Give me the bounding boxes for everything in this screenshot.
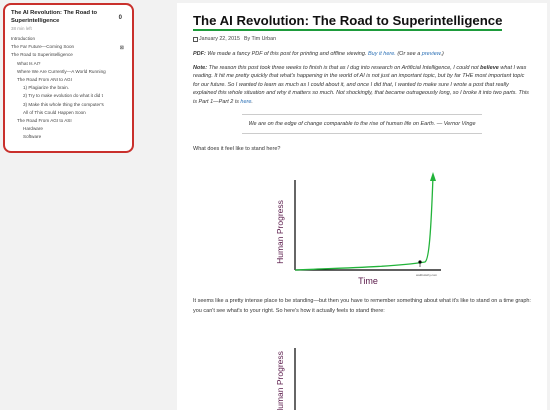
preview-link[interactable]: preview bbox=[422, 51, 441, 57]
table-of-contents: The AI Revolution: The Road to Superinte… bbox=[3, 3, 134, 153]
pdf-label: PDF: bbox=[193, 51, 206, 57]
graph-x-label: Time bbox=[358, 276, 378, 286]
toc-item-label: Where We Are Currently—A World Running bbox=[17, 68, 106, 74]
graph-watermark: waitbutwhy.com bbox=[416, 273, 438, 277]
question-text: What does it feel like to stand here? bbox=[193, 146, 281, 152]
toc-item[interactable]: The Road From ANI to AGI bbox=[11, 76, 126, 84]
toc-item-label: The Road From AGI to ASI bbox=[17, 118, 72, 124]
toc-item-label: 3) Make this whole thing the computer's bbox=[23, 101, 104, 107]
note-believe: believe bbox=[480, 64, 499, 71]
toc-item[interactable]: 1) Plagiarize the brain. bbox=[11, 84, 126, 92]
article-date: January 22, 2015 bbox=[199, 36, 240, 42]
toc-item-label: 1) Plagiarize the brain. bbox=[23, 85, 69, 91]
toc-item-label: 2) Try to make evolution do what it did … bbox=[23, 93, 103, 99]
part2-link[interactable]: here bbox=[240, 99, 251, 105]
toc-item[interactable]: 3) Make this whole thing the computer's bbox=[11, 101, 126, 109]
second-paragraph: It seems like a pretty intense place to … bbox=[193, 298, 531, 315]
calendar-icon bbox=[193, 36, 198, 42]
graph2-y-label: Human Progress bbox=[275, 351, 285, 410]
toc-item-label: What Is AI? bbox=[17, 60, 41, 66]
bookmark-icon[interactable]: ⊠ bbox=[120, 44, 124, 51]
article-title: The AI Revolution: The Road to Superinte… bbox=[193, 13, 503, 31]
article-author: By Tim Urban bbox=[243, 36, 277, 42]
pdf-text: We made a fancy PDF of this post for pri… bbox=[205, 51, 368, 57]
progress-arrowhead bbox=[430, 172, 436, 181]
toc-list: Introduction The Far Future—Coming Soon ⊠ T… bbox=[11, 35, 126, 142]
toc-item-label: Hardware bbox=[23, 126, 43, 132]
toc-item[interactable]: The Far Future—Coming Soon ⊠ bbox=[11, 43, 126, 51]
note-text-1: The reason this post took three weeks to… bbox=[207, 64, 481, 71]
toc-item-label: The Road to Superintelligence bbox=[11, 52, 73, 58]
toc-item[interactable]: All of This Could Happen Soon bbox=[11, 109, 126, 117]
toc-item[interactable]: Hardware bbox=[11, 125, 126, 133]
note-label: Note: bbox=[193, 64, 208, 71]
toc-item-label: All of This Could Happen Soon bbox=[23, 109, 86, 115]
pdf-end-text: .) bbox=[440, 51, 444, 57]
graph-y-label: Human Progress bbox=[275, 200, 285, 264]
progress-curve bbox=[294, 175, 434, 271]
progress-graph-2-image: Human Progress bbox=[275, 348, 296, 410]
epigraph-quote: We are on the edge of change comparable … bbox=[242, 113, 482, 134]
toc-item-label: The Road From ANI to AGI bbox=[17, 77, 72, 83]
note-end: . bbox=[251, 98, 253, 105]
toc-item[interactable]: The Road From AGI to ASI bbox=[11, 117, 126, 125]
article-meta: January 22, 2015 By Tim Urban bbox=[193, 36, 531, 42]
toc-read-time: 38 min left bbox=[11, 26, 32, 31]
pdf-paragraph: PDF: We made a fancy PDF of this post fo… bbox=[193, 50, 531, 59]
toc-item[interactable]: Where We Are Currently—A World Running bbox=[11, 68, 126, 76]
toc-item-label: Software bbox=[23, 134, 42, 140]
toc-count: 0 bbox=[118, 15, 122, 21]
toc-title: The AI Revolution: The Road to Superinte… bbox=[11, 10, 98, 24]
note-paragraph: Note: The reason this post took three we… bbox=[193, 64, 531, 107]
pdf-or-text: (Or see a bbox=[395, 51, 422, 57]
toc-item[interactable]: What Is AI? bbox=[11, 60, 126, 68]
toc-item[interactable]: Introduction bbox=[11, 35, 126, 43]
toc-item[interactable]: Software bbox=[11, 133, 126, 141]
toc-item[interactable]: The Road to Superintelligence bbox=[11, 51, 126, 59]
toc-item-label: The Far Future—Coming Soon bbox=[11, 44, 75, 50]
toc-item-label: Introduction bbox=[11, 36, 36, 41]
progress-graph-image: Human Progress Time waitbutwhy.com bbox=[275, 172, 441, 286]
buy-pdf-link[interactable]: Buy it here. bbox=[368, 51, 396, 57]
toc-item[interactable]: 2) Try to make evolution do what it did … bbox=[11, 92, 126, 100]
